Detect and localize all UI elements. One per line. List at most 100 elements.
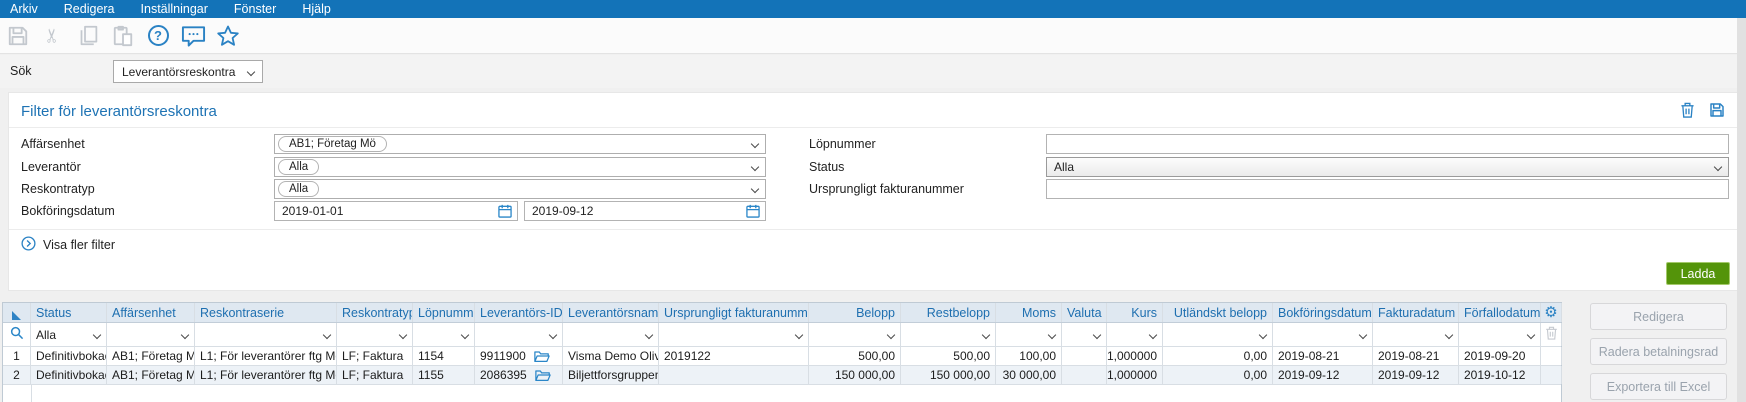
column-header-leverantors-id[interactable]: Leverantörs-ID [475,303,563,322]
chevron-down-icon [246,67,256,76]
column-header-label: Kurs [1131,305,1157,320]
cell-reskontraserie: L1; För leverantörer ftg Mö [195,366,337,384]
trash-icon[interactable] [1545,326,1558,343]
column-header-ursprungligt-fakturanummer[interactable]: Ursprungligt fakturanummer [659,303,809,322]
column-header-reskontraserie[interactable]: Reskontraserie [195,303,337,322]
cell-value: 2019-08-21 [1278,349,1340,363]
delete-payment-row-button[interactable]: Radera betalningsrad [1590,338,1727,365]
edit-button[interactable]: Redigera [1590,303,1727,330]
cell-value: 9911900 [480,349,526,363]
bokforingsdatum-from-input[interactable]: 2019-01-01 [274,201,518,221]
filter-cell-valuta[interactable] [1062,323,1107,346]
reskontratyp-select[interactable]: Alla [274,179,766,199]
cell-value: 2019-10-12 [1464,368,1526,382]
save-icon[interactable] [5,23,31,49]
copy-icon[interactable] [75,23,101,49]
filter-cell-utlandskt-belopp[interactable] [1163,323,1273,346]
favorite-star-icon[interactable] [215,23,241,49]
chevron-down-icon [1258,330,1268,340]
menu-redigera[interactable]: Redigera [64,2,115,16]
chevron-down-icon [644,330,654,340]
column-header-forfallodatum[interactable]: Förfallodatum [1459,303,1541,322]
leverantor-select[interactable]: Alla [274,157,766,177]
column-header-lopnummer[interactable]: Löpnummer [413,303,475,322]
filter-cell-restbelopp[interactable] [901,323,996,346]
column-header-fakturadatum[interactable]: Fakturadatum [1373,303,1459,322]
column-header-leverantorsnamn[interactable]: Leverantörsnamn [563,303,659,322]
ursprungligt-fakturanummer-input[interactable] [1046,179,1729,199]
column-header-bokforingsdatum[interactable]: Bokföringsdatum [1273,303,1373,322]
status-select[interactable]: Alla [1046,157,1729,177]
filter-cell-lopnummer[interactable] [413,323,475,346]
chevron-down-icon [548,330,558,340]
help-icon[interactable]: ? [145,23,171,49]
column-header-affarsenhet[interactable]: Affärsenhet [107,303,195,322]
cut-icon[interactable]: ✂ [40,23,66,49]
calendar-icon[interactable] [498,204,512,218]
menu-installningar[interactable]: Inställningar [141,2,208,16]
column-header-status[interactable]: Status [31,303,107,322]
cell-value: 2019-09-20 [1464,349,1526,363]
filter-cell-leverantorsnamn[interactable] [563,323,659,346]
cell-status: Definitivbokad [31,366,107,384]
menu-fonster[interactable]: Fönster [234,2,276,16]
select-all-corner-cell[interactable] [3,303,31,322]
column-header-moms[interactable]: Moms [996,303,1062,322]
filter-cell-bokforingsdatum[interactable] [1273,323,1373,346]
filter-cell-fakturadatum[interactable] [1373,323,1459,346]
filter-cell-moms[interactable] [996,323,1062,346]
filter-cell-leverantors-id[interactable] [475,323,563,346]
cell-value: 0,00 [1243,368,1267,382]
table-search-cell[interactable] [3,323,31,346]
gear-icon[interactable]: ⚙ [1544,305,1557,320]
column-header-utlandskt-belopp[interactable]: Utländskt belopp [1163,303,1273,322]
menu-hjalp[interactable]: Hjälp [302,2,331,16]
column-settings-cell[interactable]: ⚙ [1541,303,1562,322]
menu-arkiv[interactable]: Arkiv [10,2,38,16]
bokforingsdatum-to-input[interactable]: 2019-09-12 [524,201,766,221]
table-row[interactable]: 2 Definitivbokad AB1; Företag Mö L1; För le… [3,366,1562,385]
folder-icon[interactable] [534,369,551,382]
affarsenhet-select[interactable]: AB1; Företag Mö [274,134,766,154]
calendar-icon[interactable] [746,204,760,218]
column-header-label: Restbelopp [926,305,990,320]
filter-cell-forfallodatum[interactable] [1459,323,1541,346]
clear-filter-cell[interactable] [1541,323,1562,346]
paste-icon[interactable] [110,23,136,49]
filter-cell-reskontraserie[interactable] [195,323,337,346]
feedback-icon[interactable] [180,23,206,49]
table-row[interactable]: 1 Definitivbokad AB1; Företag Mö L1; För le… [3,347,1562,366]
filter-cell-status[interactable]: Alla [31,323,107,346]
leverantor-label: Leverantör [21,160,81,174]
filter-cell-belopp[interactable] [809,323,901,346]
delete-filter-icon[interactable] [1680,102,1695,123]
cell-reskontraserie: L1; För leverantörer ftg Mö [195,347,337,365]
filter-cell-kurs[interactable] [1107,323,1163,346]
filter-cell-affarsenhet[interactable] [107,323,195,346]
cell-value: 500,00 [858,349,895,363]
folder-icon[interactable] [534,350,550,363]
column-header-kurs[interactable]: Kurs [1107,303,1163,322]
filter-cell-reskontratyp[interactable] [337,323,413,346]
column-header-valuta[interactable]: Valuta [1062,303,1107,322]
cell-lopnummer: 1154 [413,347,475,365]
cell-rownum: 2 [3,366,31,384]
search-type-select[interactable]: Leverantörsreskontra [113,60,263,83]
show-more-filters-link[interactable]: Visa fler filter [21,236,115,254]
filter-cell-ursprungligt-fakturanummer[interactable] [659,323,809,346]
circle-chevron-right-icon [21,236,36,254]
column-header-reskontratyp[interactable]: Reskontratyp [337,303,413,322]
chevron-down-icon [1444,330,1454,340]
lopnummer-input[interactable] [1046,134,1729,154]
column-header-restbelopp[interactable]: Restbelopp [901,303,996,322]
chevron-down-icon [1713,162,1723,172]
cell-leverantors-id: 2086395 [475,366,563,384]
cell-ursprungligt-fakturanummer: 2019122 [659,347,809,365]
export-to-excel-button[interactable]: Exportera till Excel [1590,373,1727,400]
column-header-label: Belopp [856,305,895,320]
load-button[interactable]: Ladda [1666,262,1730,285]
column-header-belopp[interactable]: Belopp [809,303,901,322]
search-icon[interactable] [10,326,24,343]
save-filter-icon[interactable] [1709,102,1725,123]
chevron-down-icon [180,330,190,340]
